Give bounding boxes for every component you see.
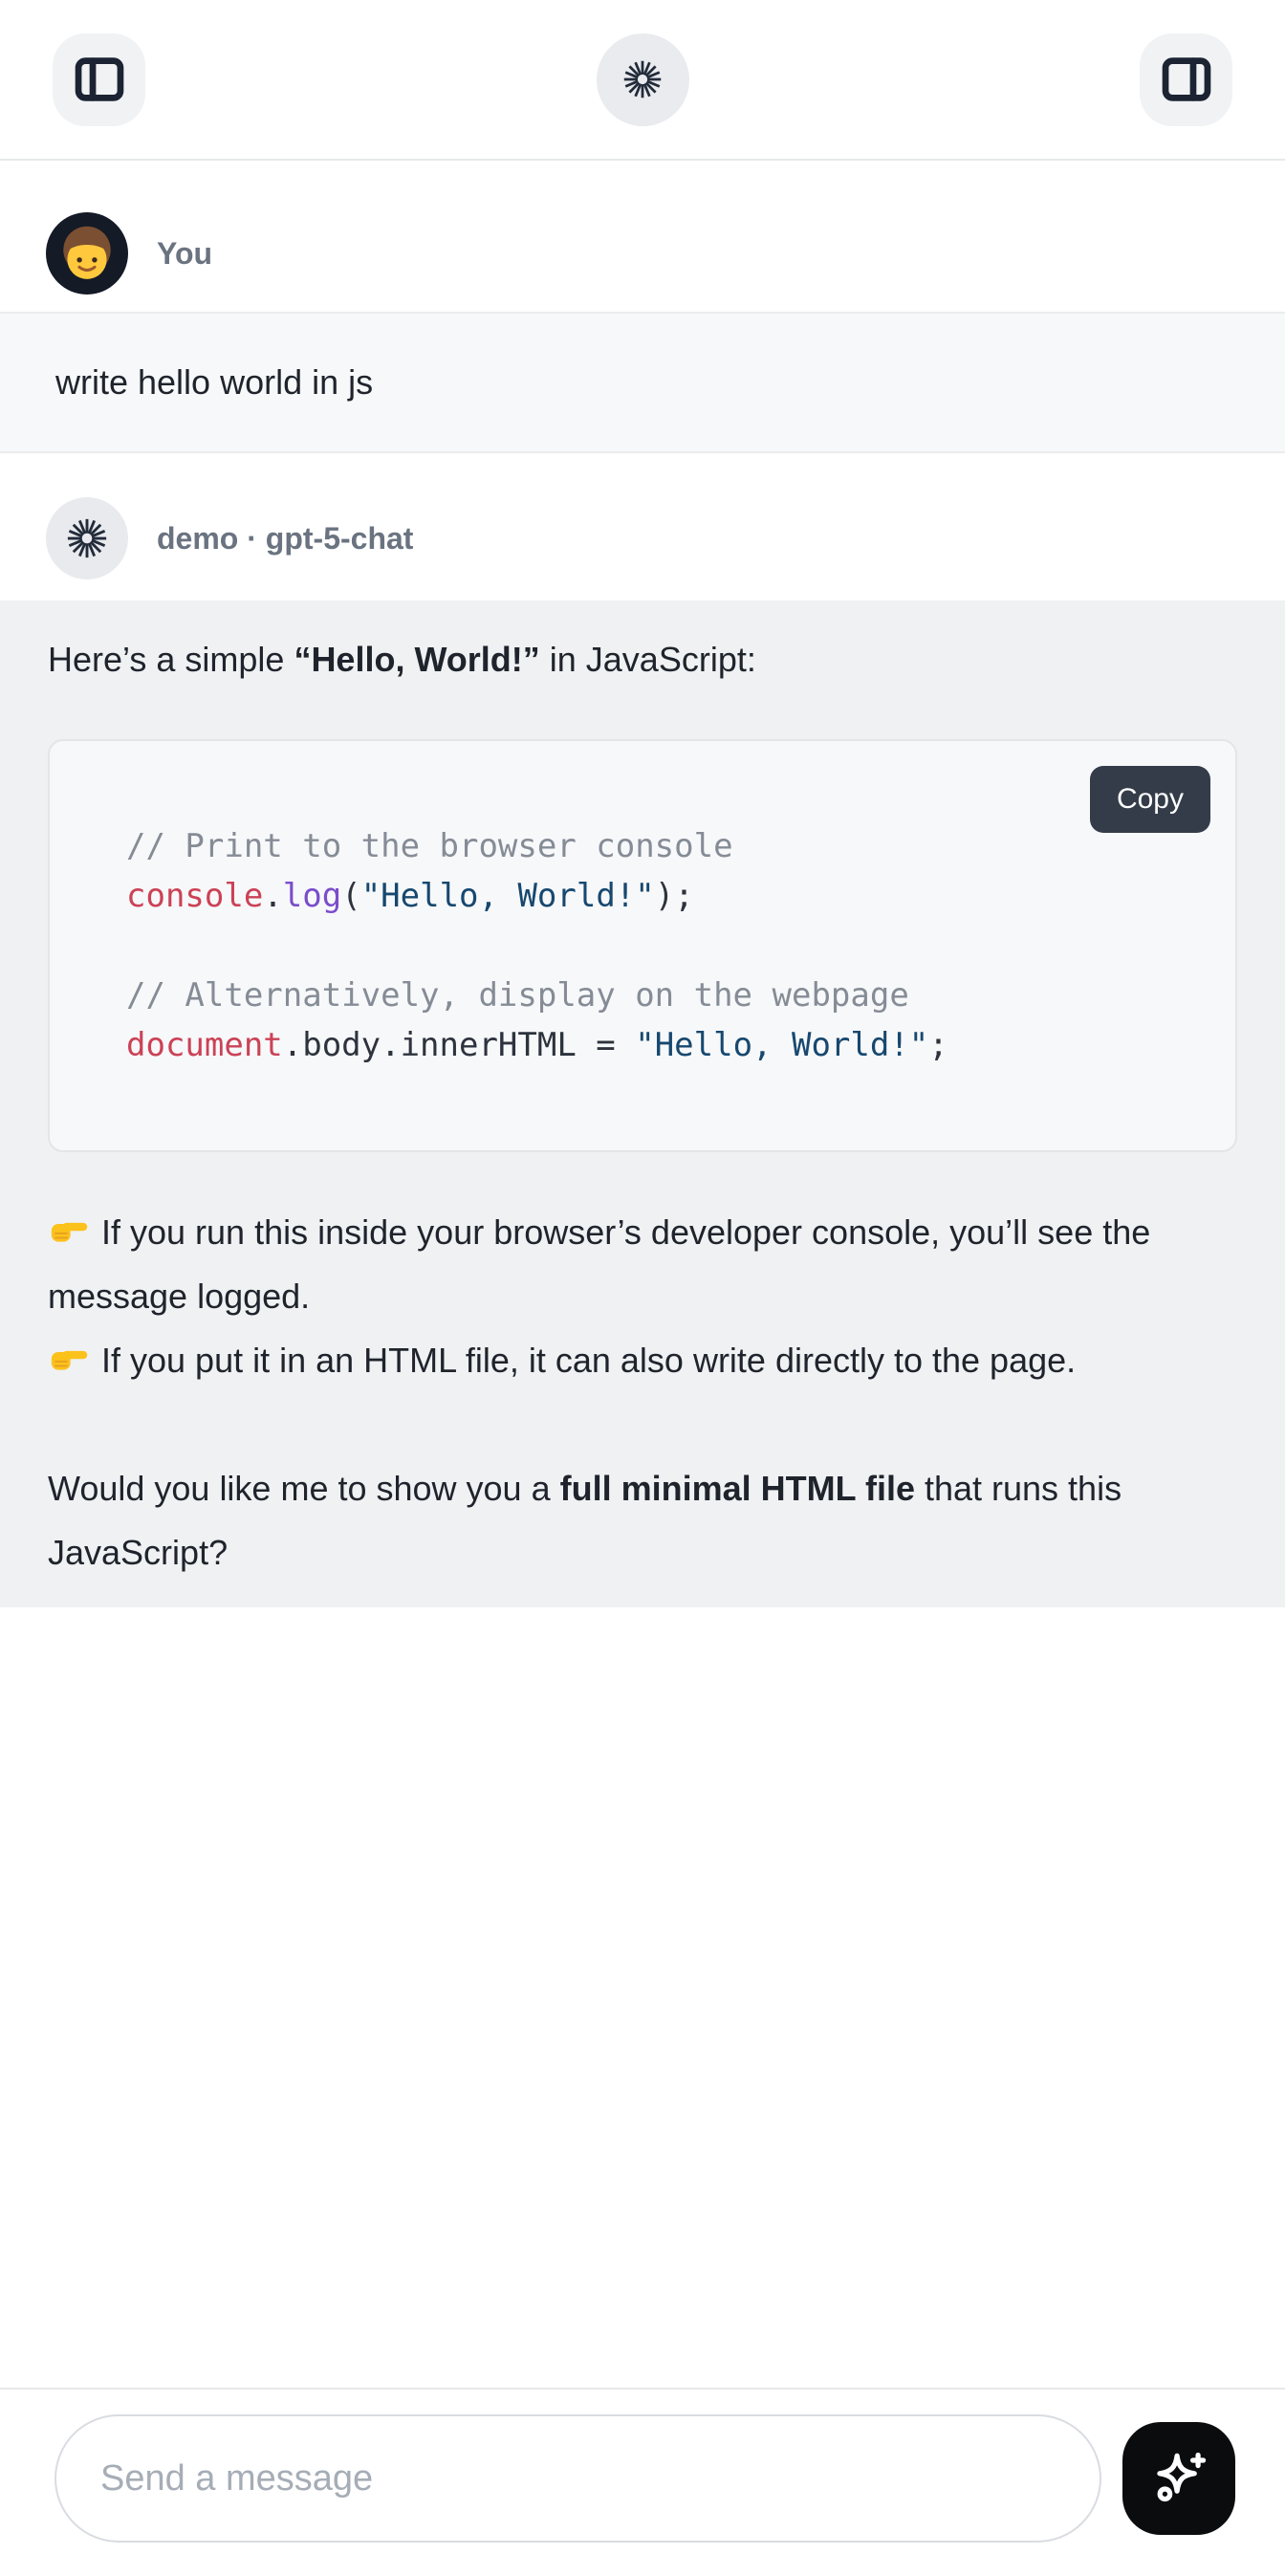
question-text: Would you like me to show you a (48, 1469, 560, 1508)
note-text: If you run this inside your browser’s de… (48, 1212, 1150, 1316)
pointing-right-icon (48, 1207, 90, 1249)
panel-left-icon (70, 50, 129, 109)
message-composer (0, 2388, 1285, 2576)
assistant-intro-paragraph: Here’s a simple “Hello, World!” in JavaS… (48, 627, 1237, 691)
starburst-icon (65, 516, 109, 560)
panel-toggle-button[interactable] (1140, 33, 1232, 126)
assistant-note: If you put it in an HTML file, it can al… (48, 1328, 1237, 1392)
user-message-bubble: write hello world in js (0, 312, 1285, 453)
top-bar (0, 0, 1285, 161)
intro-bold-text: “Hello, World!” (294, 640, 539, 679)
person-emoji-icon (46, 212, 128, 295)
send-button[interactable] (1122, 2422, 1235, 2535)
assistant-avatar (46, 497, 128, 579)
pointing-right-icon (48, 1335, 90, 1377)
message-input[interactable] (54, 2414, 1101, 2543)
assistant-model-label: demo · gpt-5-chat (157, 521, 413, 557)
intro-text: Here’s a simple (48, 640, 294, 679)
user-name-label: You (157, 236, 212, 272)
user-message-text: write hello world in js (55, 362, 373, 403)
question-bold-text: full minimal HTML file (560, 1469, 915, 1508)
assistant-message-bubble: Here’s a simple “Hello, World!” in JavaS… (0, 600, 1285, 1607)
code-content: // Print to the browser console console.… (126, 821, 1197, 1070)
intro-text-after: in JavaScript: (540, 640, 756, 679)
user-avatar (46, 212, 128, 295)
sidebar-toggle-button[interactable] (53, 33, 145, 126)
app-logo-button[interactable] (597, 33, 689, 126)
panel-right-icon (1157, 50, 1216, 109)
note-text: If you put it in an HTML file, it can al… (101, 1341, 1076, 1380)
sparkle-icon (1147, 2447, 1210, 2510)
empty-chat-space (0, 1607, 1285, 2388)
assistant-message-header: demo · gpt-5-chat (46, 497, 1285, 579)
assistant-note: If you run this inside your browser’s de… (48, 1200, 1237, 1328)
copy-button[interactable]: Copy (1090, 766, 1210, 833)
starburst-icon (621, 58, 664, 100)
code-block: Copy // Print to the browser console con… (48, 739, 1237, 1152)
assistant-question-paragraph: Would you like me to show you a full min… (48, 1456, 1237, 1584)
user-message-header: You (46, 212, 1285, 295)
